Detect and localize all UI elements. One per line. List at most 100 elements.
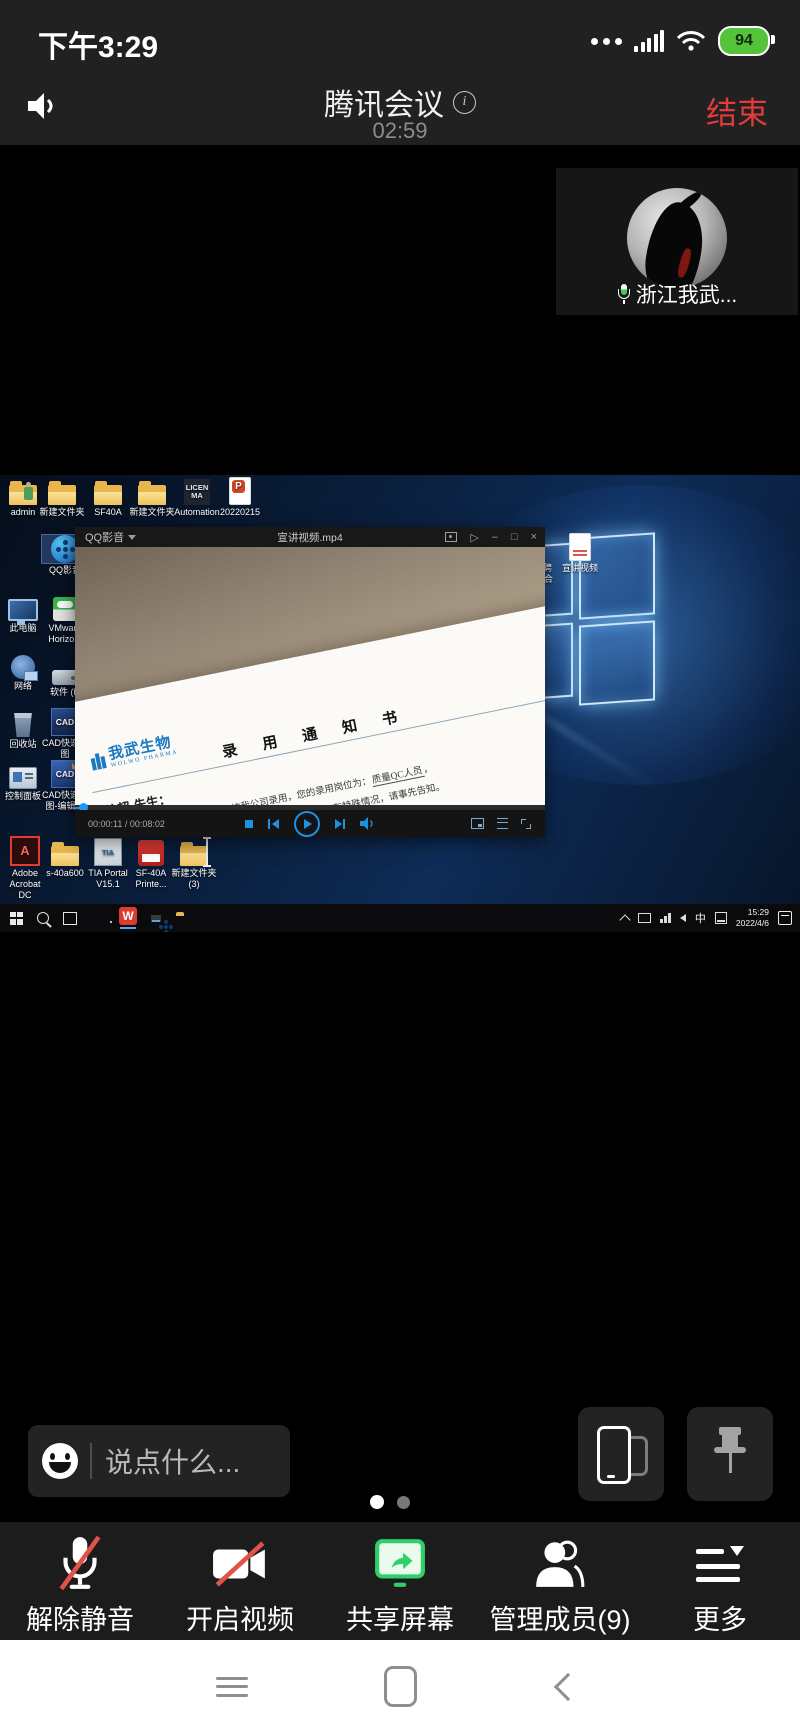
- page-indicator: [370, 1495, 410, 1509]
- meeting-toolbar: 解除静音 开启视频 共享屏幕: [0, 1522, 800, 1640]
- windows-taskbar: W 中 15:29 2022/4/6: [0, 904, 800, 932]
- nav-menu-button[interactable]: [192, 1640, 272, 1733]
- desktop-icon-presentation-video: 宣讲视频: [555, 533, 605, 574]
- back-icon: [554, 1672, 582, 1700]
- desktop-icon-control-panel: 控制面板: [0, 761, 46, 802]
- manage-members-button[interactable]: 管理成员(9): [480, 1522, 640, 1640]
- input-method-indicator: 中: [695, 910, 706, 926]
- camera-off-icon: [211, 1541, 269, 1587]
- tray-monitor-icon: [638, 913, 651, 923]
- play-icon: [294, 811, 320, 837]
- start-icon: [10, 912, 23, 925]
- desktop-icon-automation: LICENMA Automation: [174, 477, 220, 518]
- screenshot-icon: [471, 818, 484, 829]
- nav-home-button[interactable]: [360, 1640, 440, 1733]
- windows-logo-pane: [579, 620, 655, 705]
- participant-tile[interactable]: 浙江我武...: [556, 168, 798, 315]
- start-video-button[interactable]: 开启视频: [160, 1522, 320, 1640]
- tray-network-icon: [660, 913, 671, 923]
- offer-letter-document: 我武生物 WOLWO PHARMA 录 用 通 知 书 徐超 先生： 您好！很高…: [75, 592, 545, 805]
- desktop-icon-new-folder-2: 新建文件夹: [129, 477, 175, 518]
- status-icons: 94: [591, 26, 770, 56]
- video-content: 我武生物 WOLWO PHARMA 录 用 通 知 书 徐超 先生： 您好！很高…: [75, 547, 545, 805]
- close-icon: ×: [531, 531, 537, 543]
- rotate-screen-button[interactable]: [578, 1407, 664, 1501]
- action-center-icon: [778, 911, 792, 925]
- info-icon[interactable]: [453, 91, 476, 114]
- emoji-icon[interactable]: [42, 1443, 78, 1479]
- chat-placeholder: 说点什么...: [105, 1441, 240, 1481]
- page-dot: [397, 1496, 410, 1509]
- player-control-bar: 00:00:11 / 00:08:02: [75, 810, 545, 837]
- battery-percent: 94: [735, 32, 753, 50]
- menu-icon: [216, 1671, 248, 1702]
- end-meeting-button[interactable]: 结束: [706, 88, 768, 133]
- page-dot-active: [370, 1495, 384, 1509]
- more-button[interactable]: 更多: [640, 1522, 800, 1640]
- pin-icon: [710, 1425, 750, 1483]
- document-salutation: 徐超 先生：: [102, 788, 172, 805]
- task-view-icon: [63, 912, 77, 925]
- maximize-icon: □: [511, 531, 518, 543]
- meeting-timer: 02:59: [0, 118, 800, 144]
- meeting-app-screen: 下午3:29 94 腾讯会议: [0, 0, 800, 1733]
- system-tray: 中 15:29 2022/4/6: [621, 904, 792, 932]
- mic-level-icon: [617, 284, 631, 304]
- more-icon: [696, 1546, 744, 1582]
- shared-screen-view[interactable]: admin 新建文件夹 SF40A 新建文件夹 LICENMA Automati…: [0, 475, 800, 932]
- desktop-icon-recycle-bin: 回收站: [0, 709, 46, 750]
- logo-mark-icon: [90, 752, 106, 770]
- top-header-block: 下午3:29 94 腾讯会议: [0, 0, 800, 145]
- stop-icon: [245, 820, 253, 828]
- window-controls: ▷ – □ ×: [445, 531, 537, 544]
- desktop-icon-tia-portal: TIA TIA Portal V15.1: [85, 838, 131, 890]
- rotate-screen-icon: [592, 1425, 650, 1483]
- signal-strength-icon: [634, 30, 664, 52]
- qq-player-window: QQ影音 宣讲视频.mp4 ▷ – □ ×: [75, 527, 545, 837]
- text-cursor-icon: [206, 838, 208, 866]
- tray-expand-icon: [620, 914, 631, 925]
- avatar: [627, 188, 727, 288]
- android-navbar: [0, 1640, 800, 1733]
- mic-muted-icon: [55, 1535, 105, 1593]
- previous-icon: [268, 819, 279, 829]
- tray-volume-icon: [680, 914, 686, 922]
- desktop-icon-new-folder-3: 新建文件夹 (3): [171, 838, 217, 890]
- nav-back-button[interactable]: [528, 1640, 608, 1733]
- desktop-icon-new-folder: 新建文件夹: [39, 477, 85, 518]
- next-icon: [335, 819, 346, 829]
- battery-icon: 94: [718, 26, 770, 56]
- status-bar: 下午3:29 94: [0, 22, 800, 62]
- desktop-icon-sf40a-printer: SF-40A Printe...: [128, 838, 174, 890]
- share-screen-button[interactable]: 共享屏幕: [320, 1522, 480, 1640]
- clock-text: 下午3:29: [38, 22, 158, 66]
- tray-touch-keyboard-icon: [715, 912, 727, 924]
- taskbar-app-wps: W: [119, 907, 137, 929]
- popup-play-icon: ▷: [470, 531, 478, 544]
- pin-view-button[interactable]: [687, 1407, 773, 1501]
- unmute-button[interactable]: 解除静音: [0, 1522, 160, 1640]
- snapshot-icon: [445, 532, 457, 542]
- desktop-icon-s40a600: s-40a600: [42, 838, 88, 879]
- wifi-icon: [676, 29, 706, 53]
- minimize-icon: –: [492, 531, 498, 543]
- desktop-icon-20220215: P 20220215: [217, 477, 263, 518]
- user-badge-icon: [24, 487, 33, 500]
- search-icon: [37, 912, 49, 924]
- members-icon: [533, 1539, 587, 1589]
- player-title-bar: QQ影音 宣讲视频.mp4 ▷ – □ ×: [75, 527, 545, 547]
- volume-icon: [360, 817, 375, 830]
- taskbar-clock: 15:29 2022/4/6: [736, 907, 769, 928]
- divider: [90, 1443, 92, 1479]
- fullscreen-icon: [521, 819, 531, 829]
- share-screen-icon: [373, 1539, 427, 1589]
- chat-input[interactable]: 说点什么...: [28, 1425, 290, 1497]
- notification-dots-icon: [591, 38, 622, 45]
- playlist-icon: [497, 818, 508, 829]
- home-icon: [384, 1666, 417, 1707]
- taskbar-app-qq-player: [151, 915, 161, 922]
- desktop-icon-sf40a: SF40A: [85, 477, 131, 518]
- desktop-icon-this-pc: 此电脑: [0, 593, 46, 634]
- desktop-icon-network: 网络: [0, 651, 46, 692]
- participant-name: 浙江我武...: [636, 279, 738, 309]
